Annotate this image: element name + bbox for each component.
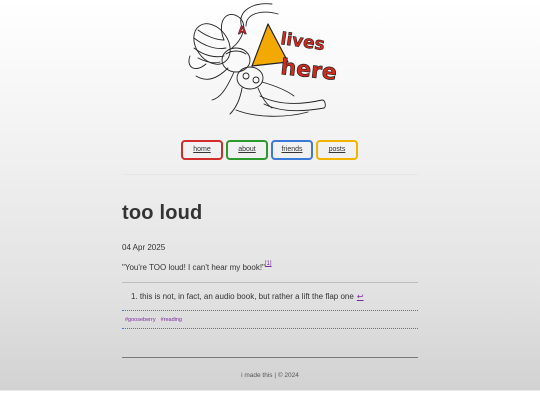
footnote-number: 1. xyxy=(131,292,138,301)
svg-text:here: here xyxy=(279,55,338,86)
footer-text: i made this | © 2024 xyxy=(241,372,299,379)
main-nav: home about friends posts xyxy=(181,140,358,160)
post-tags: #gooseberry #reading xyxy=(122,310,418,329)
nav-posts[interactable]: posts xyxy=(316,140,358,160)
footnote-ref: [1] xyxy=(265,261,272,267)
footnote-back-icon[interactable]: ↩ xyxy=(357,292,364,301)
post-title: too loud xyxy=(122,202,203,224)
post-body: "You're TOO loud! I can't hear my book!"… xyxy=(122,261,272,272)
post-date: 04 Apr 2025 xyxy=(122,243,166,252)
svg-text:A: A xyxy=(238,24,247,37)
svg-text:lives: lives xyxy=(279,29,326,55)
nav-friends[interactable]: friends xyxy=(271,140,313,160)
tag-reading[interactable]: #reading xyxy=(161,317,182,323)
footnote-text: this is not, in fact, an audio book, but… xyxy=(139,292,354,301)
nav-about[interactable]: about xyxy=(226,140,268,160)
page: A lives here home about friends posts to… xyxy=(0,0,540,391)
header-divider xyxy=(122,174,418,175)
footnote-item: 1. this is not, in fact, an audio book, … xyxy=(131,292,364,301)
footnote-ref-link[interactable]: [1] xyxy=(265,261,272,267)
tag-gooseberry[interactable]: #gooseberry xyxy=(125,317,156,323)
footnotes-divider xyxy=(122,282,418,283)
post-body-text: "You're TOO loud! I can't hear my book!" xyxy=(122,263,265,272)
nav-home[interactable]: home xyxy=(181,140,223,160)
footer-divider xyxy=(122,357,418,358)
site-logo[interactable]: A lives here xyxy=(176,0,344,128)
